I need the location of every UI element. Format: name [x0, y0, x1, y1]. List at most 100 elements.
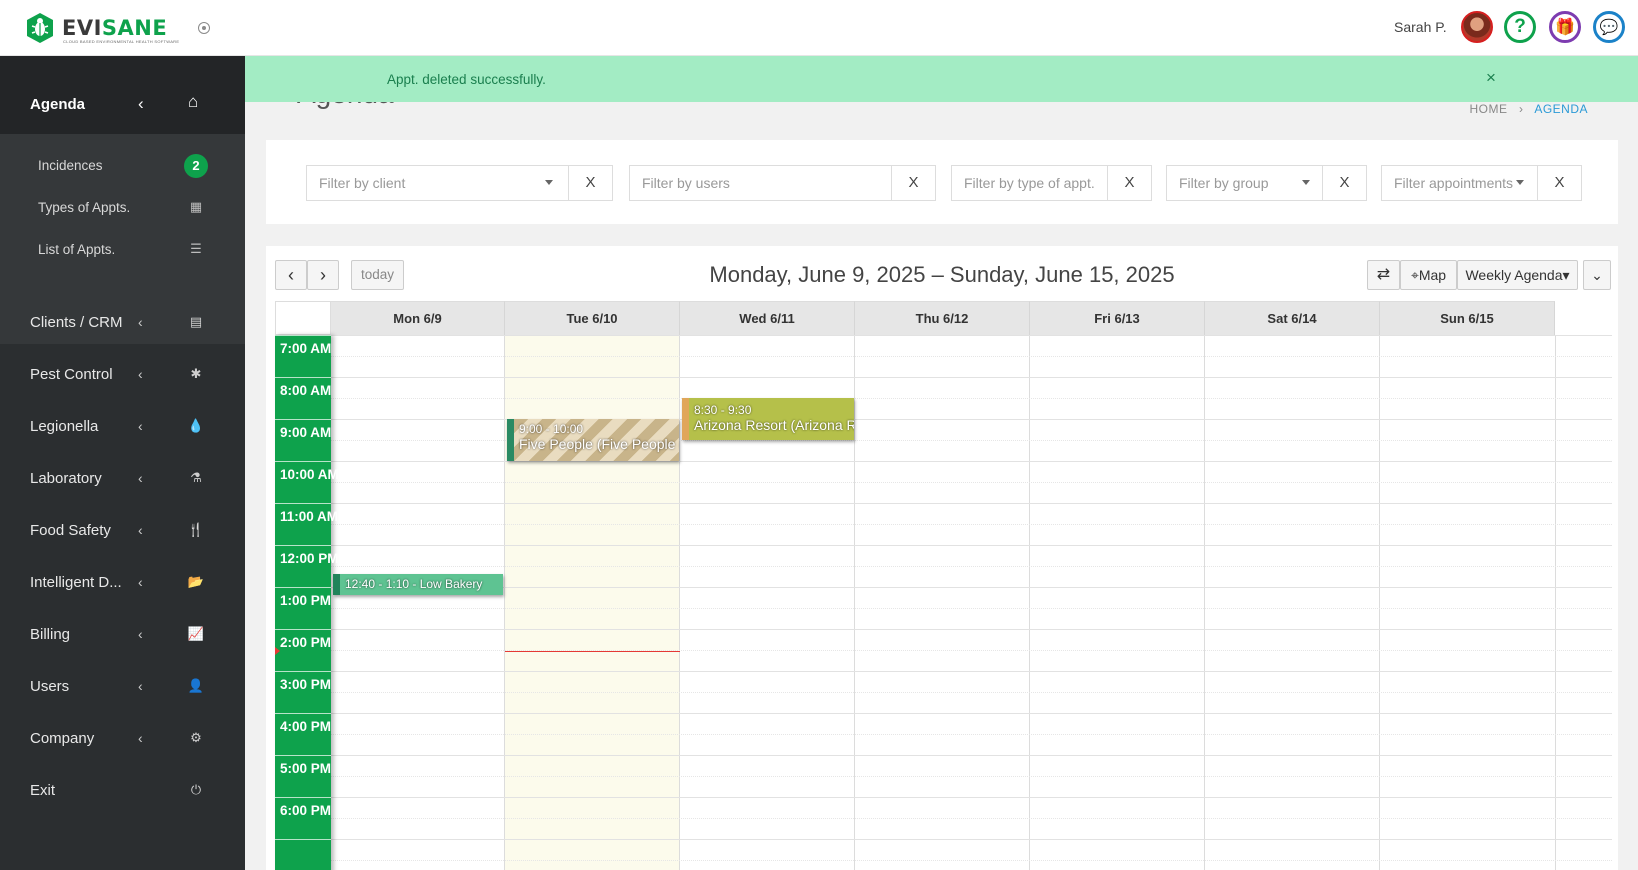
map-button-label: Map	[1418, 267, 1447, 283]
breadcrumb: HOME › AGENDA	[1469, 102, 1588, 116]
event-five-people[interactable]: 9:00 - 10:00 Five People (Five People (d…	[507, 419, 679, 461]
half-hour-line	[331, 524, 1612, 525]
clear-users-filter-button[interactable]: X	[891, 166, 935, 200]
time-label: 5:00 PM	[280, 761, 332, 776]
event-title: Arizona Resort (Arizona Resort)	[694, 417, 854, 433]
clear-type-filter-button[interactable]: X	[1107, 166, 1151, 200]
sidebar-item-label: Laboratory	[30, 470, 102, 487]
sidebar-item-food-safety[interactable]: Food Safety ‹ 🍴	[0, 506, 245, 556]
user-icon: 👤	[187, 678, 205, 693]
current-time-arrow-icon	[275, 647, 280, 655]
hour-line	[331, 713, 1612, 714]
breadcrumb-separator-icon: ›	[1518, 102, 1524, 116]
day-column-thu[interactable]	[855, 335, 1030, 870]
day-column-tue[interactable]	[505, 335, 680, 870]
sidebar-item-pest-control[interactable]: Pest Control ‹ ✱	[0, 350, 245, 400]
sidebar-item-label: Clients / CRM	[30, 314, 123, 331]
day-header-mon[interactable]: Mon 6/9	[331, 301, 505, 335]
sidebar-item-list-of-appts[interactable]: List of Appts. ☰	[0, 230, 245, 270]
event-low-bakery[interactable]: 12:40 - 1:10 - Low Bakery	[333, 574, 503, 595]
appointments-filter-select[interactable]	[1382, 166, 1538, 200]
shield-bug-logo-icon	[27, 13, 53, 43]
users-filter-input[interactable]	[630, 166, 892, 200]
half-hour-line	[331, 356, 1612, 357]
event-time: 9:00 - 10:00	[519, 422, 584, 436]
day-column-sat[interactable]	[1205, 335, 1380, 870]
half-hour-line	[331, 482, 1612, 483]
sidebar-item-label: Billing	[30, 626, 71, 643]
evisane-logo[interactable]: EVISANE CLOUD BASED ENVIRONMENTAL HEALTH…	[24, 12, 179, 46]
sidebar-item-label: Intelligent D...	[30, 574, 122, 591]
help-icon[interactable]: ?	[1504, 11, 1536, 43]
gutter-hour-line	[275, 671, 331, 672]
sidebar-item-label: Incidences	[38, 158, 103, 173]
expand-options-icon[interactable]: ⌄	[1583, 260, 1611, 290]
breadcrumb-home[interactable]: HOME	[1469, 102, 1507, 116]
chevron-down-icon[interactable]	[1302, 180, 1310, 185]
sidebar-item-label: Legionella	[30, 418, 99, 435]
sidebar-item-company[interactable]: Company ‹ ⚙	[0, 714, 245, 764]
sidebar-item-legionella[interactable]: Legionella ‹ 💧	[0, 402, 245, 452]
sidebar: Agenda ‹ ⌂ Incidences 2 Types of Appts. …	[0, 56, 245, 870]
day-header-sun[interactable]: Sun 6/15	[1380, 301, 1555, 335]
hour-line	[331, 587, 1612, 588]
map-button[interactable]: ⌖Map	[1400, 260, 1457, 290]
day-header-tue[interactable]: Tue 6/10	[505, 301, 680, 335]
type-filter-input[interactable]	[952, 166, 1108, 200]
half-hour-line	[331, 608, 1612, 609]
sidebar-item-billing[interactable]: Billing ‹ 📈	[0, 610, 245, 660]
gift-icon[interactable]: 🎁	[1549, 11, 1581, 43]
day-column-mon[interactable]	[331, 335, 505, 870]
gutter-hour-line	[275, 461, 331, 462]
chevron-left-icon: ‹	[138, 626, 143, 642]
sidebar-item-users[interactable]: Users ‹ 👤	[0, 662, 245, 712]
sidebar-item-intelligent-d[interactable]: Intelligent D... ‹ 📂	[0, 558, 245, 608]
clear-client-filter-button[interactable]: X	[568, 166, 612, 200]
sidebar-item-label: Pest Control	[30, 366, 113, 383]
avatar[interactable]	[1461, 11, 1493, 43]
day-header-thu[interactable]: Thu 6/12	[855, 301, 1030, 335]
sidebar-item-laboratory[interactable]: Laboratory ‹ ⚗	[0, 454, 245, 504]
chat-icon[interactable]: 💬	[1593, 11, 1625, 43]
power-icon: ⏻	[190, 782, 202, 797]
sidebar-item-incidences[interactable]: Incidences 2	[0, 146, 245, 186]
current-time-line	[505, 651, 680, 652]
time-label: 10:00 AM	[280, 467, 339, 482]
sidebar-item-clients-crm[interactable]: Clients / CRM ‹ ▤	[0, 298, 245, 348]
time-label: 1:00 PM	[280, 593, 332, 608]
day-header-wed[interactable]: Wed 6/11	[680, 301, 855, 335]
filter-bar: X X X X X	[266, 140, 1618, 224]
day-column-fri[interactable]	[1030, 335, 1205, 870]
sidebar-item-exit[interactable]: Exit ⏻	[0, 766, 245, 816]
time-label: 9:00 AM	[280, 425, 332, 440]
time-label: 12:00 PM	[280, 551, 339, 566]
day-header-fri[interactable]: Fri 6/13	[1030, 301, 1205, 335]
line-chart-icon: 📈	[187, 626, 205, 641]
sidebar-item-label: Users	[30, 678, 70, 695]
clear-appointments-filter-button[interactable]: X	[1537, 166, 1581, 200]
chevron-down-icon[interactable]	[545, 180, 553, 185]
day-column-sun[interactable]	[1380, 335, 1556, 870]
group-filter: X	[1166, 165, 1367, 201]
client-filter-select[interactable]	[307, 166, 569, 200]
half-hour-line	[331, 566, 1612, 567]
pin-sidebar-icon[interactable]	[198, 22, 210, 34]
user-name[interactable]: Sarah P.	[1394, 19, 1447, 35]
sidebar-item-types-of-appts[interactable]: Types of Appts. ▦	[0, 188, 245, 228]
chevron-down-icon[interactable]	[1516, 180, 1524, 185]
day-header-sat[interactable]: Sat 6/14	[1205, 301, 1380, 335]
sidebar-item-label: Exit	[30, 782, 56, 799]
hour-line	[331, 839, 1612, 840]
clear-group-filter-button[interactable]: X	[1322, 166, 1366, 200]
group-filter-select[interactable]	[1167, 166, 1323, 200]
hour-line	[331, 503, 1612, 504]
sidebar-item-agenda[interactable]: Agenda ‹ ⌂	[0, 56, 245, 134]
swap-icon[interactable]: ⇄	[1367, 260, 1400, 290]
alert-close-icon[interactable]: ×	[1486, 68, 1496, 88]
gear-icon: ⚙	[190, 730, 202, 745]
event-title: 12:40 - 1:10 - Low Bakery	[345, 577, 483, 591]
view-select[interactable]: Weekly Agenda▾	[1457, 260, 1578, 290]
incidences-count-badge: 2	[184, 154, 208, 178]
event-arizona-resort[interactable]: 8:30 - 9:30 Arizona Resort (Arizona Reso…	[682, 398, 854, 440]
sidebar-item-label: Types of Appts.	[38, 200, 131, 215]
